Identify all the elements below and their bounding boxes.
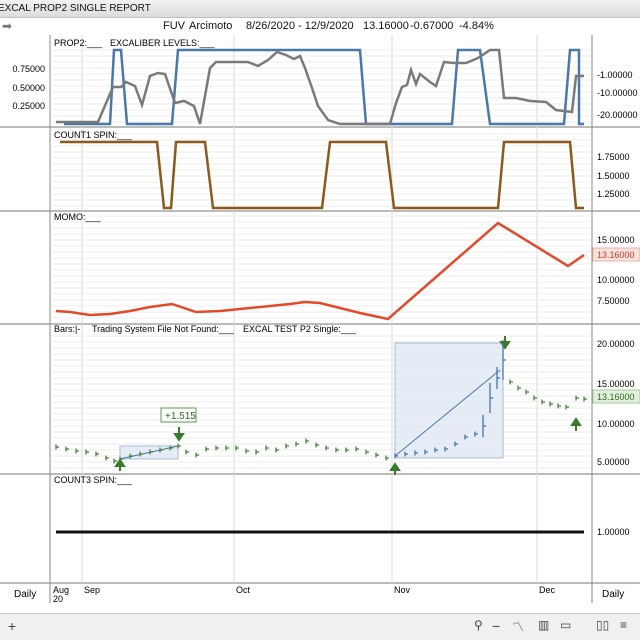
x-label-nov: Nov <box>394 585 411 595</box>
excal-test-label: EXCAL TEST P2 Single:___ <box>243 324 357 334</box>
bars-badge-text: 13.16000 <box>597 392 635 402</box>
zoom-out-icon[interactable]: − <box>492 618 500 634</box>
prop2-gray-line <box>56 48 584 126</box>
profit-annotation: +1.515 <box>165 411 196 422</box>
x-axis: Aug 20 Sep Oct Nov Dec <box>53 585 556 604</box>
timeframe-right[interactable]: Daily <box>602 589 624 600</box>
count1-right-axis: 1.75000 1.50000 1.25000 <box>597 152 630 199</box>
vertical-grid <box>81 35 538 583</box>
bars-right-tick: 20.00000 <box>597 339 635 349</box>
last-price: 13.16000 <box>363 20 409 32</box>
count1-label: COUNT1 SPIN:___ <box>54 130 133 140</box>
book-icon[interactable]: ▯▯ <box>596 618 609 632</box>
date-range: 8/26/2020 - 12/9/2020 <box>246 20 354 32</box>
trading-system-label: Trading System File Not Found:___ <box>92 324 235 334</box>
prop2-right-tick: -1.00000 <box>597 70 633 80</box>
horizontal-grid <box>51 49 591 469</box>
momo-label: MOMO:___ <box>54 212 102 222</box>
excaliber-label: EXCALIBER LEVELS:___ <box>110 38 216 48</box>
count3-label: COUNT3 SPIN:___ <box>54 475 133 485</box>
x-label-dec: Dec <box>539 585 556 595</box>
momo-right-tick: 7.50000 <box>597 296 630 306</box>
prop2-right-axis: -1.00000 -10.00000 -20.00000 <box>597 70 638 120</box>
prop2-right-tick: -20.00000 <box>597 110 638 120</box>
search-icon[interactable]: ⚲ <box>474 618 483 632</box>
x-label-year: 20 <box>53 594 63 603</box>
prop2-left-tick: 0.25000 <box>12 101 45 111</box>
bars-right-tick: 5.00000 <box>597 457 630 467</box>
x-label-oct: Oct <box>236 585 251 595</box>
x-label-sep: Sep <box>84 585 100 595</box>
timeframe-left[interactable]: Daily <box>14 589 36 600</box>
candlestick-icon[interactable]: ▥ <box>538 618 549 632</box>
panel-icon[interactable]: ▭ <box>560 618 571 632</box>
momo-right-axis: 15.00000 10.00000 7.50000 <box>597 235 635 306</box>
menu-icon[interactable]: ≡ <box>620 618 627 632</box>
quote-header: ➡ FUV Arcimoto 8/26/2020 - 12/9/2020 13.… <box>0 18 640 35</box>
count1-right-tick: 1.25000 <box>597 189 630 199</box>
momo-line <box>55 221 585 321</box>
prop2-label: PROP2:___ <box>54 38 103 48</box>
trade-box-2 <box>394 342 504 459</box>
company-name: Arcimoto <box>189 20 233 32</box>
symbol: FUV <box>163 20 185 32</box>
prop2-right-tick: -10.00000 <box>597 88 638 98</box>
arrow-right-icon[interactable]: ➡ <box>2 18 12 35</box>
momo-badge-text: 13.16000 <box>597 250 635 260</box>
price-change: -0.67000 <box>410 20 454 32</box>
price-change-pct: -4.84% <box>459 20 494 32</box>
count3-right-tick: 1.00000 <box>597 527 630 537</box>
window-title: EXCAL PROP2 SINGLE REPORT <box>0 3 151 14</box>
line-chart-icon[interactable]: 〽 <box>512 618 524 635</box>
bars-label: Bars:|- <box>54 324 80 334</box>
prop2-left-tick: 0.50000 <box>12 83 45 93</box>
prop2-left-axis: 0.75000 0.50000 0.25000 <box>12 64 45 111</box>
momo-right-tick: 10.00000 <box>597 275 635 285</box>
prop2-left-tick: 0.75000 <box>12 64 45 74</box>
window-title-bar: EXCAL PROP2 SINGLE REPORT <box>0 0 640 18</box>
bars-right-tick: 15.00000 <box>597 379 635 389</box>
plus-icon[interactable]: + <box>8 618 16 634</box>
up-arrow-icon <box>570 417 582 431</box>
momo-right-tick: 15.00000 <box>597 235 635 245</box>
bottom-toolbar: + ⚲ − 〽 ▥ ▭ ▯▯ ≡ <box>0 613 640 640</box>
bars-right-tick: 10.00000 <box>597 419 635 429</box>
chart-svg[interactable]: PROP2:___ EXCALIBER LEVELS:___ 0.75000 0… <box>0 35 640 604</box>
chart-area[interactable]: PROP2:___ EXCALIBER LEVELS:___ 0.75000 0… <box>0 35 640 604</box>
count1-right-tick: 1.50000 <box>597 171 630 181</box>
count1-right-tick: 1.75000 <box>597 152 630 162</box>
